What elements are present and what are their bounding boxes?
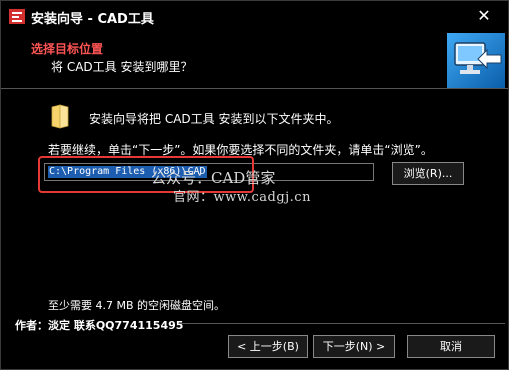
cancel-button[interactable]: 取消 [407, 335, 495, 358]
watermark-wechat: 公众号：CAD管家 [151, 169, 276, 187]
disk-space-requirement: 至少需要 4.7 MB 的空闲磁盘空间。 [48, 299, 226, 312]
next-button[interactable]: 下一步(N) > [313, 335, 395, 358]
page-subheading: 将 CAD工具 安装到哪里？ [51, 60, 193, 74]
header-separator [1, 88, 508, 89]
window-title: 安装向导 - CAD工具 [31, 12, 154, 27]
back-button[interactable]: < 上一步(B) [228, 335, 308, 358]
close-button[interactable]: ✕ [469, 4, 499, 28]
author-credit: 作者：淡定 联系QQ774115495 [15, 319, 184, 332]
installer-window: 安装向导 - CAD工具 ✕ 选择目标位置 将 CAD工具 安装到哪里？ 安装向… [0, 0, 509, 370]
watermark-website: 官网：www.cadgj.cn [173, 190, 311, 205]
footer-separator [181, 323, 505, 324]
browse-button[interactable]: 浏览(R)... [392, 162, 464, 185]
close-icon: ✕ [477, 6, 491, 25]
app-icon [9, 9, 25, 24]
installer-computer-icon [447, 33, 505, 88]
title-bar: 安装向导 - CAD工具 ✕ [1, 1, 508, 32]
install-description: 安装向导将把 CAD工具 安装到以下文件夹中。 [89, 112, 339, 126]
folder-icon [51, 104, 69, 129]
page-heading: 选择目标位置 [31, 42, 104, 56]
